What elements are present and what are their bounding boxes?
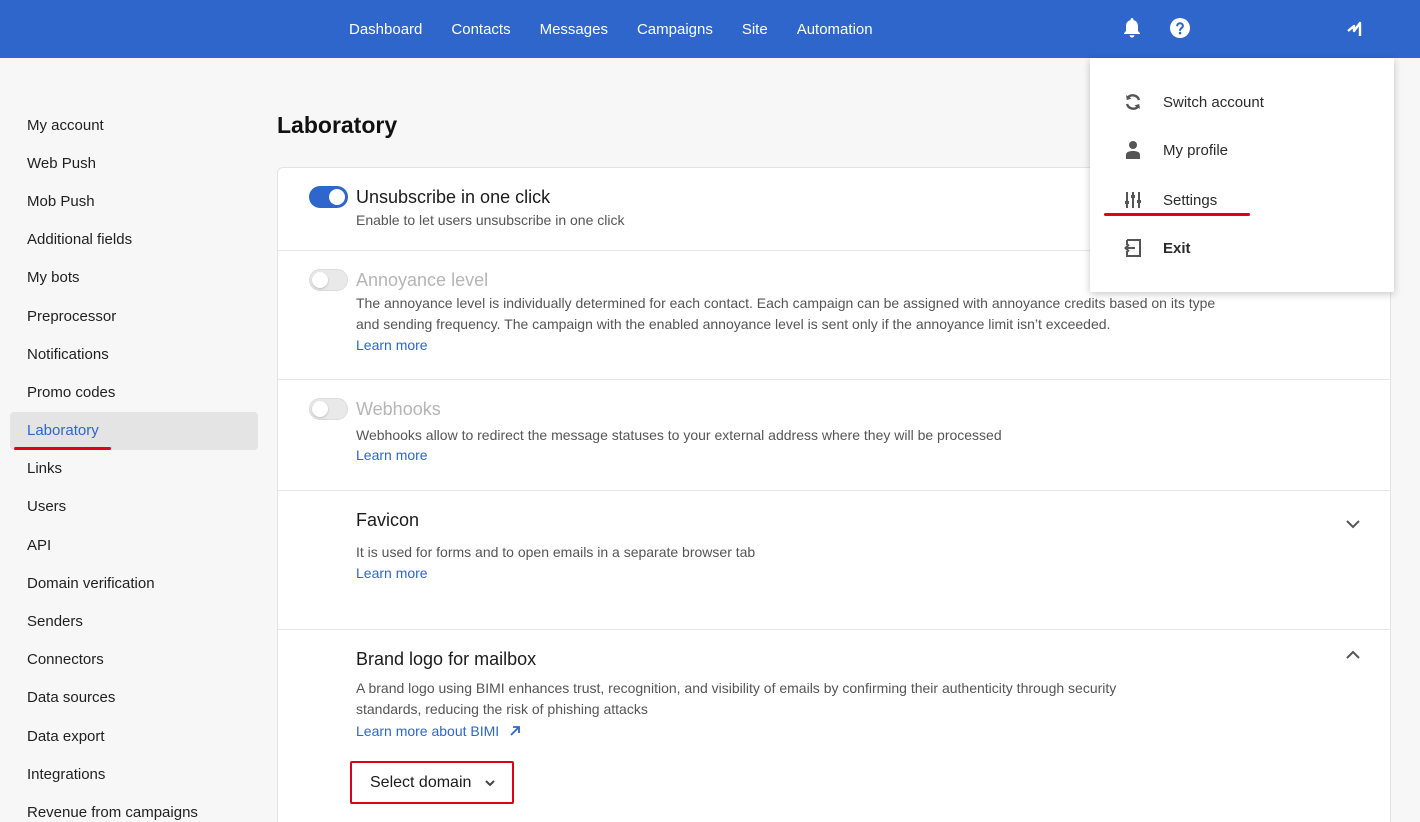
unsubscribe-toggle[interactable] xyxy=(309,186,348,208)
toggle-knob xyxy=(329,189,345,205)
menu-item-switch-account[interactable]: Switch account xyxy=(1090,82,1394,122)
setting-description: Webhooks allow to redirect the message s… xyxy=(356,427,1002,443)
laboratory-highlight-underline xyxy=(14,447,111,450)
sidebar-item-senders[interactable]: Senders xyxy=(10,602,258,640)
sidebar-item-mob-push[interactable]: Mob Push xyxy=(10,182,258,220)
nav-dashboard[interactable]: Dashboard xyxy=(349,21,422,38)
sidebar-item-my-bots[interactable]: My bots xyxy=(10,259,258,297)
setting-description: The annoyance level is individually dete… xyxy=(356,295,1216,332)
learn-more-bimi-link[interactable]: Learn more about BIMI xyxy=(356,723,521,739)
webhooks-toggle[interactable] xyxy=(309,398,348,420)
setting-title: Brand logo for mailbox xyxy=(356,649,537,669)
setting-description: Enable to let users unsubscribe in one c… xyxy=(356,212,625,228)
sidebar-item-domain-verification[interactable]: Domain verification xyxy=(10,564,258,602)
external-link-icon xyxy=(510,726,520,736)
sidebar-item-api[interactable]: API xyxy=(10,526,258,564)
sidebar-item-my-account[interactable]: My account xyxy=(10,106,258,144)
refresh-icon xyxy=(1122,91,1144,113)
annoyance-level-toggle[interactable] xyxy=(309,269,348,291)
account-dropdown-menu: Switch account My profile Settings Exit xyxy=(1090,58,1394,292)
menu-item-label: Switch account xyxy=(1163,93,1264,111)
sidebar-item-data-sources[interactable]: Data sources xyxy=(10,679,258,717)
select-domain-label: Select domain xyxy=(370,773,472,791)
nav-messages[interactable]: Messages xyxy=(540,21,608,38)
menu-item-label: Settings xyxy=(1163,191,1218,209)
setting-row-favicon: Favicon It is used for forms and to open… xyxy=(278,490,1390,629)
sidebar-item-promo-codes[interactable]: Promo codes xyxy=(10,373,258,411)
sliders-icon xyxy=(1122,189,1144,211)
menu-item-label: My profile xyxy=(1163,141,1229,159)
menu-item-exit[interactable]: Exit xyxy=(1090,228,1394,268)
learn-more-link[interactable]: Learn more xyxy=(356,565,428,581)
menu-item-my-profile[interactable]: My profile xyxy=(1090,130,1394,170)
sidebar-item-links[interactable]: Links xyxy=(10,450,258,488)
main-nav: Dashboard Contacts Messages Campaigns Si… xyxy=(349,0,902,58)
toggle-knob xyxy=(312,401,328,417)
nav-site[interactable]: Site xyxy=(742,21,768,38)
sidebar-item-revenue-from-campaigns[interactable]: Revenue from campaigns xyxy=(10,793,258,822)
setting-description: It is used for forms and to open emails … xyxy=(356,544,756,560)
select-domain-dropdown[interactable]: Select domain xyxy=(350,761,514,804)
person-icon xyxy=(1122,139,1144,161)
setting-title: Annoyance level xyxy=(356,270,489,290)
setting-title: Webhooks xyxy=(356,399,441,419)
exit-icon xyxy=(1122,237,1144,259)
nav-campaigns[interactable]: Campaigns xyxy=(637,21,713,38)
setting-description: A brand logo using BIMI enhances trust, … xyxy=(356,680,1117,717)
nav-automation[interactable]: Automation xyxy=(797,21,873,38)
sidebar-item-integrations[interactable]: Integrations xyxy=(10,755,258,793)
settings-highlight-underline xyxy=(1104,213,1250,216)
setting-row-webhooks: Webhooks Webhooks allow to redirect the … xyxy=(278,379,1390,490)
sidebar-item-connectors[interactable]: Connectors xyxy=(10,641,258,679)
chevron-down-icon[interactable] xyxy=(1344,515,1362,533)
setting-title: Favicon xyxy=(356,510,420,530)
account-menu-icon[interactable] xyxy=(1342,15,1368,41)
toggle-knob xyxy=(312,272,328,288)
sidebar-item-notifications[interactable]: Notifications xyxy=(10,335,258,373)
learn-more-bimi-label: Learn more about BIMI xyxy=(356,723,500,739)
chevron-up-icon[interactable] xyxy=(1344,646,1362,664)
sidebar-item-laboratory[interactable]: Laboratory xyxy=(10,411,258,450)
learn-more-link[interactable]: Learn more xyxy=(356,337,428,353)
learn-more-link[interactable]: Learn more xyxy=(356,447,428,463)
page-title: Laboratory xyxy=(277,112,398,138)
bell-icon[interactable] xyxy=(1119,15,1145,41)
menu-item-label: Exit xyxy=(1163,239,1191,257)
sidebar-item-additional-fields[interactable]: Additional fields xyxy=(10,221,258,259)
nav-contacts[interactable]: Contacts xyxy=(451,21,510,38)
settings-sidebar: My account Web Push Mob Push Additional … xyxy=(10,106,258,822)
sidebar-item-users[interactable]: Users xyxy=(10,488,258,526)
sidebar-item-preprocessor[interactable]: Preprocessor xyxy=(10,297,258,335)
top-navigation-bar: Dashboard Contacts Messages Campaigns Si… xyxy=(0,0,1420,58)
chevron-down-icon xyxy=(485,780,495,787)
setting-title: Unsubscribe in one click xyxy=(356,187,551,207)
help-icon[interactable] xyxy=(1167,15,1193,41)
sidebar-item-web-push[interactable]: Web Push xyxy=(10,144,258,182)
sidebar-item-data-export[interactable]: Data export xyxy=(10,717,258,755)
